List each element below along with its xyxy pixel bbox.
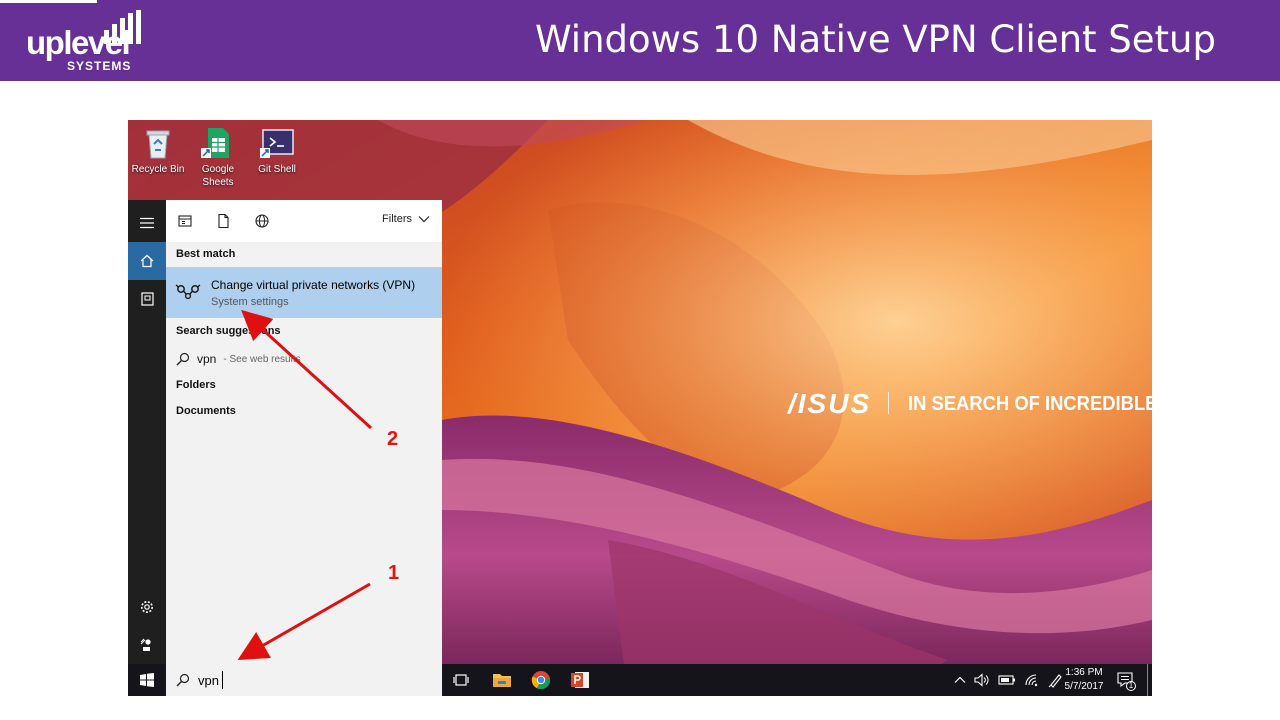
start-button[interactable] — [128, 664, 166, 696]
document-icon — [218, 213, 229, 229]
action-center-button[interactable]: 1 — [1116, 671, 1136, 691]
logo-wordmark: uplevel — [26, 24, 131, 61]
chevron-up-icon[interactable] — [954, 676, 966, 684]
asus-logo: /ISUS — [788, 388, 872, 419]
feedback-icon — [140, 638, 151, 651]
google-sheets-icon — [201, 126, 235, 160]
suggestion-term: vpn — [197, 352, 217, 366]
task-view-button[interactable] — [450, 669, 472, 691]
search-filter-bar: Filters — [166, 200, 442, 242]
notebook-icon — [140, 292, 154, 306]
text-caret — [222, 671, 223, 689]
slide-title: Windows 10 Native VPN Client Setup — [535, 18, 1216, 61]
pen-icon[interactable] — [1048, 672, 1064, 688]
logo-subtitle: SYSTEMS — [67, 59, 132, 73]
chrome-button[interactable] — [530, 669, 552, 691]
search-suggestions-heading: Search suggestions — [176, 325, 281, 337]
web-suggestion-vpn[interactable]: vpn - See web results — [176, 350, 301, 368]
search-input-value[interactable]: vpn — [198, 673, 219, 688]
clock-time: 1:36 PM — [1065, 667, 1103, 678]
windows-logo-icon — [140, 673, 154, 687]
best-match-heading: Best match — [176, 248, 236, 260]
git-shell-icon — [260, 126, 294, 160]
asus-divider — [888, 392, 889, 414]
home-icon — [140, 254, 154, 268]
battery-icon[interactable] — [998, 674, 1016, 686]
feedback-button[interactable] — [128, 626, 166, 664]
notification-count: 1 — [1128, 681, 1134, 690]
search-icon — [176, 673, 190, 687]
chevron-down-icon — [418, 216, 430, 223]
asus-tagline: IN SEARCH OF INCREDIBLE — [908, 393, 1152, 415]
step-number-2: 2 — [387, 428, 399, 450]
desktop-icon-label: Google Sheets — [201, 164, 235, 188]
documents-heading[interactable]: Documents — [176, 405, 236, 417]
slide-header: uplevel SYSTEMS Windows 10 Native VPN Cl… — [0, 0, 1280, 81]
taskbar: vpn 1:36 PM 5/7/2017 1 — [128, 664, 1152, 696]
powerpoint-button[interactable] — [569, 669, 591, 691]
taskbar-clock[interactable]: 1:36 PM 5/7/2017 — [1063, 666, 1105, 694]
volume-icon[interactable] — [974, 673, 990, 687]
task-view-icon — [453, 674, 469, 686]
clock-date: 5/7/2017 — [1064, 681, 1104, 692]
globe-icon — [255, 214, 269, 228]
suggestion-hint: - See web results — [223, 353, 301, 365]
home-button[interactable] — [128, 242, 166, 280]
show-desktop-divider[interactable] — [1147, 664, 1148, 696]
folders-heading[interactable]: Folders — [176, 379, 216, 391]
best-match-subtitle: System settings — [211, 296, 289, 308]
windows-desktop-screenshot: Recycle Bin Google Sheets Git Shell /ISU… — [128, 120, 1152, 696]
apps-filter-button[interactable] — [176, 212, 194, 230]
filters-dropdown[interactable]: Filters — [382, 213, 430, 225]
start-menu-rail — [128, 200, 166, 664]
search-results-panel: Filters Best match Change virtual privat… — [166, 200, 442, 664]
notebook-button[interactable] — [128, 280, 166, 318]
system-tray — [954, 664, 1064, 696]
search-icon — [176, 352, 190, 366]
vpn-network-icon — [175, 284, 201, 300]
filters-label: Filters — [382, 213, 412, 225]
documents-filter-button[interactable] — [214, 212, 232, 230]
wifi-icon[interactable] — [1024, 673, 1040, 687]
desktop-icon-recycle-bin[interactable]: Recycle Bin — [129, 126, 187, 176]
uplevel-logo: uplevel SYSTEMS — [26, 10, 150, 76]
gear-icon — [141, 601, 153, 613]
desktop-icon-label: Git Shell — [258, 164, 296, 175]
file-explorer-button[interactable] — [491, 669, 513, 691]
chrome-icon — [531, 671, 551, 690]
file-explorer-icon — [493, 674, 511, 687]
desktop-icon-label: Recycle Bin — [131, 164, 185, 175]
hamburger-icon — [140, 217, 154, 229]
desktop-icon-google-sheets[interactable]: Google Sheets — [189, 126, 247, 189]
desktop-icon-git-shell[interactable]: Git Shell — [248, 126, 306, 176]
best-match-title: Change virtual private networks (VPN) — [211, 278, 416, 292]
settings-button[interactable] — [128, 588, 166, 626]
step-number-1: 1 — [388, 562, 400, 584]
recycle-bin-icon — [141, 126, 175, 160]
app-window-icon — [178, 215, 192, 227]
taskbar-search-box[interactable]: vpn — [166, 664, 442, 696]
best-match-result-vpn[interactable]: Change virtual private networks (VPN) Sy… — [166, 267, 442, 318]
web-filter-button[interactable] — [253, 212, 271, 230]
header-notch — [0, 0, 97, 3]
powerpoint-icon — [571, 672, 589, 688]
hamburger-menu-button[interactable] — [128, 204, 166, 242]
